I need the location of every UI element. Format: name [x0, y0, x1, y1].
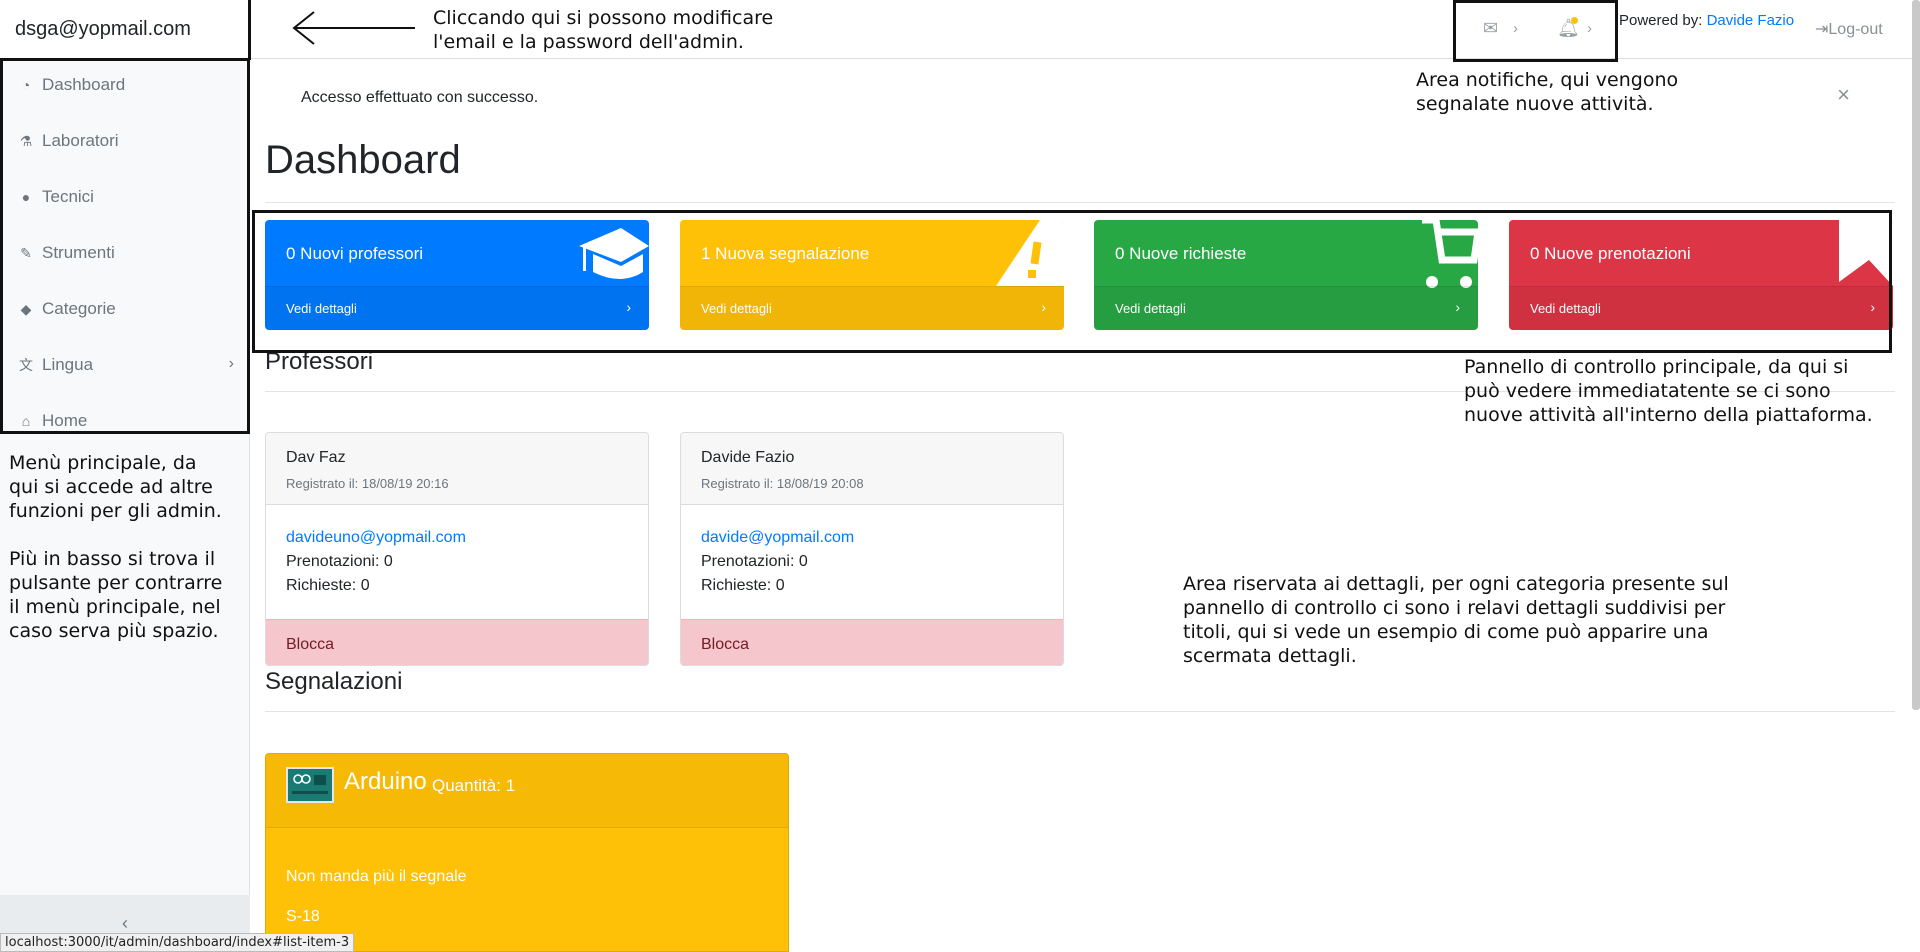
home-icon: ⌂: [21, 413, 31, 429]
wrench-icon: ✎: [20, 244, 32, 261]
richieste-count: Richieste: 0: [286, 577, 370, 594]
report-quantity: Quantità: 1: [432, 776, 516, 795]
professor-name: Dav Faz: [286, 449, 346, 466]
card-footer-label: Vedi dettagli: [701, 301, 772, 316]
tag-icon: ◆: [20, 300, 32, 317]
warning-icon: [996, 220, 1064, 286]
registration-date: Registrato il: 18/08/19 20:08: [701, 476, 864, 491]
sidebar-item-label: Dashboard: [42, 75, 126, 94]
logout-button[interactable]: ⇥Log-out: [1815, 19, 1883, 39]
envelope-icon[interactable]: ✉: [1483, 18, 1498, 39]
arrow-left-icon: [292, 11, 415, 45]
card-title: 1 Nuova segnalazione: [701, 244, 870, 263]
dashboard-icon: ◔: [21, 77, 31, 93]
sidebar-item-categorie[interactable]: ◆ Categorie: [0, 281, 248, 337]
sidebar-item-label: Lingua: [42, 355, 94, 374]
sidebar-item-label: Categorie: [42, 299, 116, 318]
sidebar-item-label: Tecnici: [42, 187, 94, 206]
divider: [265, 711, 1895, 712]
sidebar-item-label: Laboratori: [42, 131, 119, 150]
prenotazioni-count: Prenotazioni: 0: [701, 553, 808, 570]
bookmark-icon: [1839, 220, 1893, 286]
card-details-link[interactable]: Vedi dettagli ›: [680, 286, 1064, 330]
flask-icon: ⚗: [19, 132, 33, 149]
report-card-header: Arduino Quantità: 1: [266, 754, 788, 828]
sidebar-item-tecnici[interactable]: ● Tecnici: [0, 169, 248, 225]
report-item-name: Arduino: [344, 768, 427, 795]
annotation-control-panel: Pannello di controllo principale, da qui…: [1464, 356, 1873, 426]
card-footer-label: Vedi dettagli: [286, 301, 357, 316]
report-card: Arduino Quantità: 1 Non manda più il seg…: [265, 753, 789, 952]
card-nuove-richieste: 0 Nuove richieste Vedi dettagli ›: [1094, 220, 1478, 330]
annotation-main-menu: Menù principale, da qui si accede ad alt…: [9, 452, 223, 642]
block-button[interactable]: Blocca: [266, 619, 648, 665]
professor-email-link[interactable]: davideuno@yopmail.com: [286, 529, 466, 547]
block-button[interactable]: Blocca: [681, 619, 1063, 665]
status-bar-url: localhost:3000/it/admin/dashboard/index#…: [0, 933, 355, 952]
chevron-right-icon: ›: [1587, 20, 1592, 37]
logout-label: Log-out: [1828, 21, 1883, 38]
annotation-admin-edit: Cliccando qui si possono modificare l'em…: [433, 7, 774, 53]
chevron-right-icon: ›: [1870, 299, 1875, 315]
cart-icon: [1422, 220, 1478, 288]
arduino-board-image: [286, 767, 334, 803]
chevron-left-icon: ‹: [122, 913, 128, 933]
card-details-link[interactable]: Vedi dettagli ›: [1094, 286, 1478, 330]
card-nuovi-professori: 0 Nuovi professori Vedi dettagli ›: [265, 220, 649, 330]
registration-date: Registrato il: 18/08/19 20:16: [286, 476, 449, 491]
richieste-count: Richieste: 0: [701, 577, 785, 594]
sidebar-item-laboratori[interactable]: ⚗ Laboratori: [0, 113, 248, 169]
sidebar-item-dashboard[interactable]: ◔ Dashboard: [0, 57, 248, 113]
card-footer-label: Vedi dettagli: [1530, 301, 1601, 316]
chevron-right-icon: ›: [1041, 299, 1046, 315]
professor-card: Davide Fazio Registrato il: 18/08/19 20:…: [680, 432, 1064, 666]
notification-dot: [1571, 17, 1578, 24]
professor-email-link[interactable]: davide@yopmail.com: [701, 529, 854, 547]
sidebar-item-label: Home: [42, 411, 88, 430]
card-title: 0 Nuove prenotazioni: [1530, 244, 1691, 263]
alert-text: Accesso effettuato con successo.: [301, 89, 539, 106]
chevron-right-icon: ›: [626, 299, 631, 315]
vertical-scrollbar[interactable]: [1912, 0, 1920, 710]
admin-email-link[interactable]: dsga@yopmail.com: [0, 0, 250, 59]
prenotazioni-count: Prenotazioni: 0: [286, 553, 393, 570]
report-description: Non manda più il segnale: [286, 868, 467, 885]
close-icon[interactable]: ×: [1837, 82, 1850, 108]
section-title-segnalazioni: Segnalazioni: [265, 668, 403, 695]
sidebar-item-lingua[interactable]: 文 Lingua ›: [0, 337, 248, 393]
report-code: S-18: [286, 908, 320, 925]
graduation-cap-icon: [579, 228, 649, 279]
professor-card: Dav Faz Registrato il: 18/08/19 20:16 da…: [265, 432, 649, 666]
users-icon: ●: [21, 189, 31, 205]
author-link[interactable]: Davide Fazio: [1707, 12, 1795, 29]
chevron-right-icon: ›: [1513, 20, 1518, 37]
sidebar-item-strumenti[interactable]: ✎ Strumenti: [0, 225, 248, 281]
chevron-right-icon: ›: [228, 355, 234, 372]
annotation-notifications: Area notifiche, qui vengono segnalate nu…: [1416, 69, 1679, 115]
powered-label: Powered by:: [1619, 12, 1703, 29]
card-details-link[interactable]: Vedi dettagli ›: [265, 286, 649, 330]
page-title: Dashboard: [265, 138, 461, 182]
card-footer-label: Vedi dettagli: [1115, 301, 1186, 316]
powered-by: Powered by: Davide Fazio: [1619, 12, 1794, 29]
sidebar-item-label: Strumenti: [42, 243, 115, 262]
card-title: 0 Nuove richieste: [1115, 244, 1247, 263]
section-title-professori: Professori: [265, 348, 374, 375]
sidebar-item-home[interactable]: ⌂ Home: [0, 393, 248, 449]
chevron-right-icon: ›: [1455, 299, 1460, 315]
language-icon: 文: [19, 357, 33, 373]
card-title: 0 Nuovi professori: [286, 244, 424, 263]
professor-name: Davide Fazio: [701, 449, 795, 466]
card-details-link[interactable]: Vedi dettagli ›: [1509, 286, 1893, 330]
annotation-details-area: Area riservata ai dettagli, per ogni cat…: [1183, 573, 1729, 667]
card-nuova-segnalazione: 1 Nuova segnalazione Vedi dettagli ›: [680, 220, 1064, 330]
professor-card-header: Davide Fazio Registrato il: 18/08/19 20:…: [681, 433, 1063, 505]
card-nuove-prenotazioni: 0 Nuove prenotazioni Vedi dettagli ›: [1509, 220, 1893, 330]
logout-icon: ⇥: [1815, 21, 1829, 38]
professor-card-header: Dav Faz Registrato il: 18/08/19 20:16: [266, 433, 648, 505]
divider: [265, 202, 1895, 203]
